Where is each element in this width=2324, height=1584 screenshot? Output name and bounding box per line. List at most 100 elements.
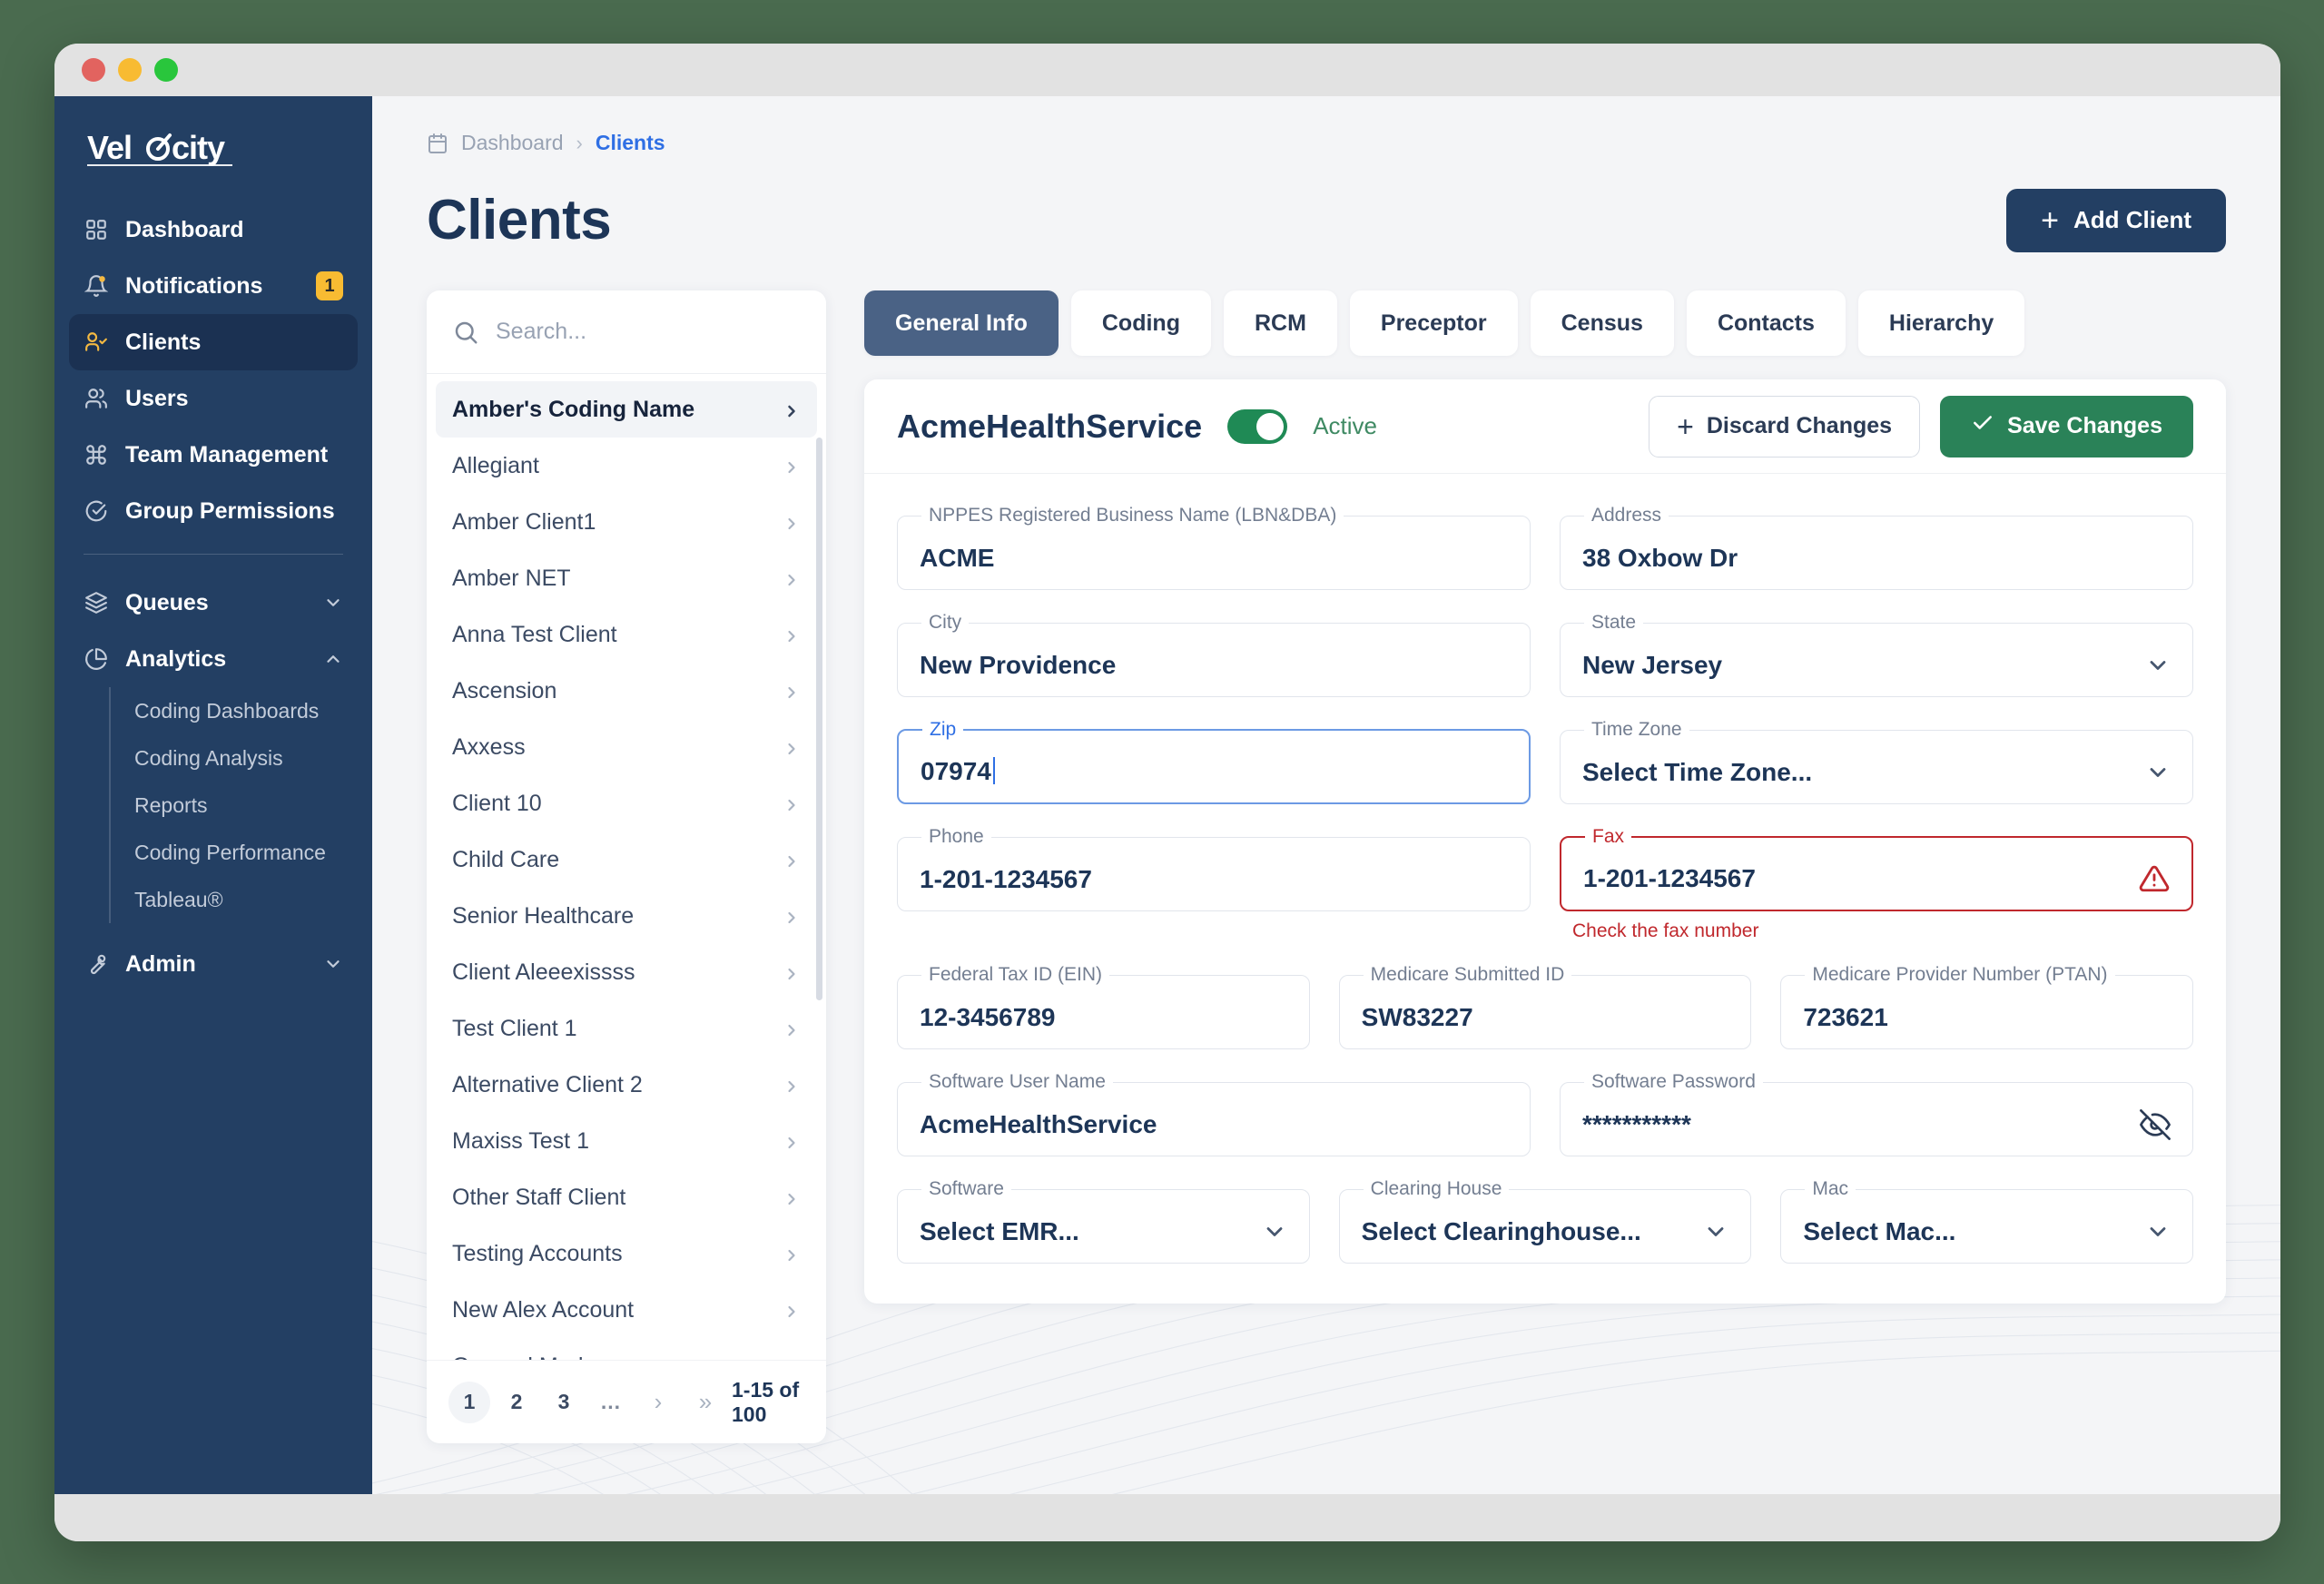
client-list[interactable]: Amber's Coding Name Allegiant Amber Clie… [427, 374, 826, 1360]
client-name-label: Allegiant [452, 452, 539, 478]
sidebar-item-coding-analysis[interactable]: Coding Analysis [134, 734, 358, 782]
fax-label: Fax [1592, 826, 1625, 847]
sidebar-item-tableau[interactable]: Tableau® [134, 876, 358, 923]
window-body: Vel city Dashboard Notifications 1 Clien… [54, 96, 2280, 1494]
sidebar-item-notifications[interactable]: Notifications 1 [69, 258, 358, 314]
list-item[interactable]: Alternative Client 2 [436, 1057, 817, 1113]
address-input[interactable]: Address 38 Oxbow Dr [1560, 505, 2193, 590]
list-item[interactable]: Client 10 [436, 775, 817, 831]
mac-select[interactable]: Mac Select Mac... [1780, 1178, 2194, 1264]
maximize-button[interactable] [154, 58, 178, 82]
state-select[interactable]: State New Jersey [1560, 612, 2193, 697]
list-item[interactable]: Amber Client1 [436, 494, 817, 550]
mac-label: Mac [1812, 1178, 1849, 1199]
chevron-right-icon [783, 457, 801, 475]
sidebar-item-label: Notifications [125, 272, 263, 299]
city-value: New Providence [920, 650, 1117, 679]
tab-contacts[interactable]: Contacts [1686, 290, 1846, 356]
list-item[interactable]: New Alex Account [436, 1282, 817, 1338]
breadcrumb-dashboard[interactable]: Dashboard [461, 131, 564, 155]
page-title: Clients [427, 189, 612, 251]
tab-general-info[interactable]: General Info [864, 290, 1059, 356]
software-password-input[interactable]: Software Password *********** [1560, 1071, 2193, 1156]
sidebar-primary-nav: Dashboard Notifications 1 Clients Users … [54, 196, 372, 539]
breadcrumb-clients[interactable]: Clients [596, 131, 665, 155]
sidebar-item-users[interactable]: Users [69, 370, 358, 427]
list-item[interactable]: Amber's Coding Name [436, 381, 817, 438]
sidebar-item-coding-performance[interactable]: Coding Performance [134, 829, 358, 876]
tab-coding[interactable]: Coding [1070, 290, 1211, 356]
sidebar-item-coding-dashboards[interactable]: Coding Dashboards [134, 687, 358, 734]
svg-text:Vel: Vel [87, 129, 132, 166]
list-scrollbar[interactable] [816, 438, 822, 1000]
list-item[interactable]: Child Care [436, 831, 817, 888]
list-item[interactable]: Ascension [436, 663, 817, 719]
list-item[interactable]: Allegiant [436, 438, 817, 494]
ein-input[interactable]: Federal Tax ID (EIN) 12-3456789 [897, 964, 1310, 1049]
field-ein: Federal Tax ID (EIN) 12-3456789 [897, 964, 1310, 1049]
sidebar-item-group-permissions[interactable]: Group Permissions [69, 483, 358, 539]
tab-rcm[interactable]: RCM [1223, 290, 1337, 356]
tab-census[interactable]: Census [1530, 290, 1674, 356]
list-item[interactable]: Senior Healthcare [436, 888, 817, 944]
business-name-label: NPPES Registered Business Name (LBN&DBA) [929, 505, 1337, 526]
page-1-button[interactable]: 1 [448, 1381, 490, 1423]
last-page-icon[interactable]: » [684, 1382, 726, 1423]
business-name-value: ACME [920, 543, 995, 572]
wrench-icon [84, 951, 109, 977]
list-item[interactable]: Maxiss Test 1 [436, 1113, 817, 1169]
fax-input[interactable]: Fax 1-201-1234567 [1560, 826, 2193, 911]
software-select[interactable]: Software Select EMR... [897, 1178, 1310, 1264]
page-2-button[interactable]: 2 [496, 1382, 537, 1423]
sidebar-item-reports[interactable]: Reports [134, 782, 358, 829]
page-ellipsis: ... [600, 1390, 622, 1413]
list-item[interactable]: Anna Test Client [436, 606, 817, 663]
zip-input[interactable]: Zip 07974 [897, 719, 1531, 804]
tab-preceptor[interactable]: Preceptor [1349, 290, 1518, 356]
chevron-down-icon [323, 954, 343, 974]
sidebar-item-dashboard[interactable]: Dashboard [69, 202, 358, 258]
active-status-toggle[interactable] [1227, 408, 1288, 444]
list-item[interactable]: General Med [436, 1338, 817, 1361]
tab-hierarchy[interactable]: Hierarchy [1857, 290, 2025, 356]
sidebar-item-clients[interactable]: Clients [69, 314, 358, 370]
sidebar-group-queues[interactable]: Queues [69, 575, 358, 631]
pie-chart-icon [84, 646, 109, 672]
software-user-input[interactable]: Software User Name AcmeHealthService [897, 1071, 1531, 1156]
eye-off-icon[interactable] [2140, 1108, 2171, 1140]
list-item[interactable]: Testing Accounts [436, 1225, 817, 1282]
sidebar-group-analytics[interactable]: Analytics [69, 631, 358, 687]
sidebar-group-admin[interactable]: Admin [69, 936, 358, 992]
page-3-button[interactable]: 3 [543, 1382, 585, 1423]
discard-changes-button[interactable]: + Discard Changes [1649, 395, 1921, 457]
user-check-icon [84, 330, 109, 355]
form-row-5: Federal Tax ID (EIN) 12-3456789 Medicare… [897, 964, 2194, 1049]
list-item[interactable]: Axxess [436, 719, 817, 775]
list-item[interactable]: Amber NET [436, 550, 817, 606]
sidebar-item-label: Users [125, 385, 189, 411]
phone-input[interactable]: Phone 1-201-1234567 [897, 826, 1531, 911]
list-item[interactable]: Other Staff Client [436, 1169, 817, 1225]
next-page-icon[interactable]: › [637, 1382, 679, 1423]
timezone-select[interactable]: Time Zone Select Time Zone... [1560, 719, 2193, 804]
ptan-input[interactable]: Medicare Provider Number (PTAN) 723621 [1780, 964, 2194, 1049]
ptan-value: 723621 [1803, 1002, 1888, 1031]
list-item[interactable]: Test Client 1 [436, 1000, 817, 1057]
save-changes-button[interactable]: Save Changes [1940, 395, 2193, 457]
clearing-house-label: Clearing House [1370, 1178, 1502, 1199]
minimize-button[interactable] [118, 58, 142, 82]
business-name-input[interactable]: NPPES Registered Business Name (LBN&DBA)… [897, 505, 1531, 590]
save-changes-label: Save Changes [2007, 413, 2162, 438]
city-input[interactable]: City New Providence [897, 612, 1531, 697]
add-client-button[interactable]: + Add Client [2006, 188, 2226, 252]
close-button[interactable] [82, 58, 105, 82]
sidebar-item-team-management[interactable]: Team Management [69, 427, 358, 483]
notifications-badge: 1 [316, 271, 343, 300]
app-logo[interactable]: Vel city [54, 96, 372, 196]
medicare-id-value: SW83227 [1361, 1002, 1473, 1031]
list-item[interactable]: Client Aleeexissss [436, 944, 817, 1000]
medicare-id-input[interactable]: Medicare Submitted ID SW83227 [1338, 964, 1752, 1049]
search-input[interactable] [496, 319, 801, 345]
client-name-label: Test Client 1 [452, 1015, 577, 1041]
clearing-house-select[interactable]: Clearing House Select Clearinghouse... [1338, 1178, 1752, 1264]
